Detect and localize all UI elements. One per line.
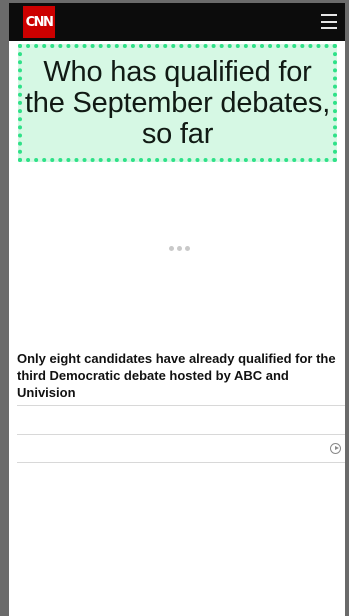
divider-line [17,462,345,463]
hero-title: Who has qualified for the September deba… [24,55,331,150]
hero-banner: Who has qualified for the September deba… [18,44,337,162]
divider-line [17,434,345,435]
device-frame-left [0,0,9,616]
loading-dots-icon [169,246,190,251]
hamburger-menu-icon[interactable] [321,14,337,29]
page-screen: CNN Who has qualified for the September … [9,3,345,616]
device-frame-right [345,0,349,616]
cnn-logo[interactable]: CNN [23,6,55,38]
loading-dot [169,246,174,251]
loading-dot [185,246,190,251]
play-circle-icon[interactable] [330,443,341,454]
logo-text: CNN [25,14,54,30]
menu-line [321,20,337,23]
loading-dot [177,246,182,251]
menu-line [321,27,337,29]
menu-line [321,14,337,16]
top-navigation-bar: CNN [9,3,345,41]
article-description: Only eight candidates have already quali… [17,351,336,400]
divider-line [17,405,345,406]
